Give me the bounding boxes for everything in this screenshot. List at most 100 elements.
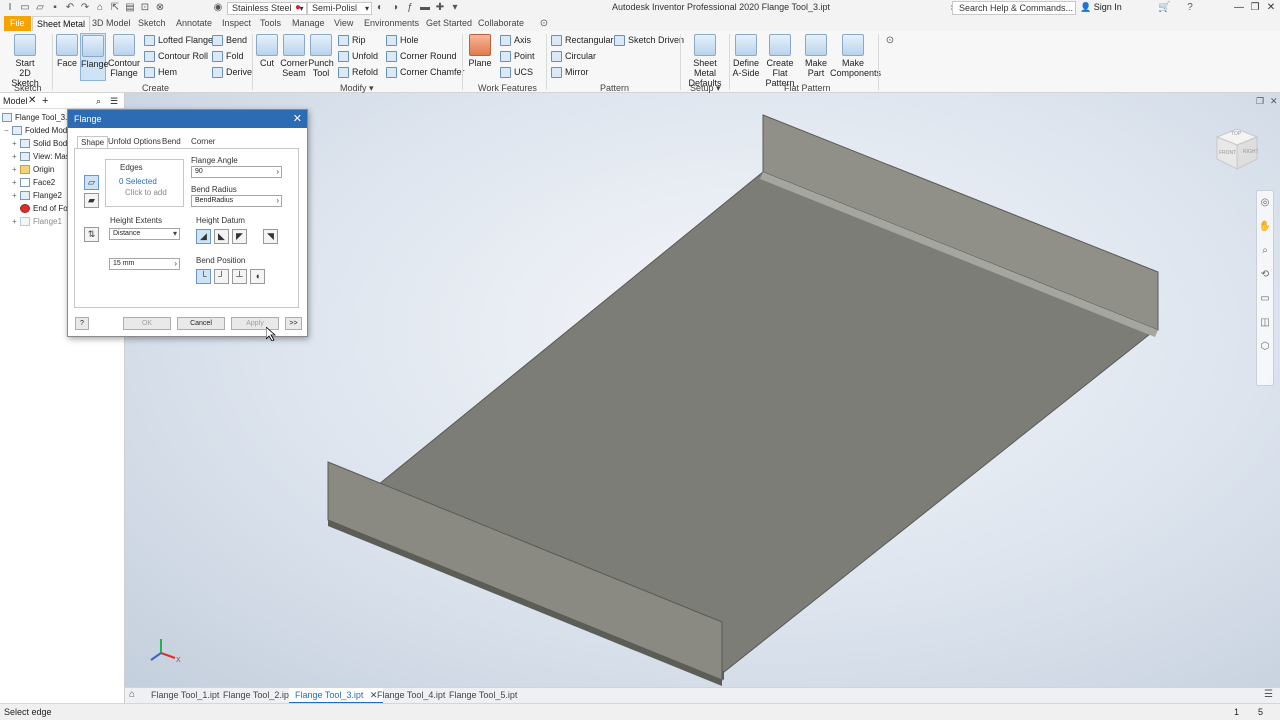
tree-item-folded-model[interactable]: − Folded Model [4,126,73,135]
tree-item-flange1[interactable]: + Flange1 [12,217,62,226]
corner-chamfer-button[interactable]: Corner Chamfer [386,66,465,79]
save-icon[interactable]: ▪ [49,2,61,14]
full-nav-icon[interactable]: ◫ [1257,311,1273,335]
chevron-right-icon[interactable]: › [276,167,279,177]
tab-environments[interactable]: Environments [360,16,423,31]
unfold-button[interactable]: Unfold [338,50,378,63]
tab-collaborate[interactable]: Collaborate [474,16,528,31]
dialog-title-bar[interactable]: Flange ✕ [68,110,307,128]
ribbon-extra-icon[interactable]: ⊙ [884,35,896,47]
make-part-button[interactable]: Make Part [804,33,828,78]
customize-icon[interactable]: ▾ [449,2,461,14]
doc-tab-2[interactable]: Flange Tool_2.ipt [217,688,297,704]
tree-item-part[interactable]: Flange Tool_3.ipt [2,113,76,122]
select-icon[interactable]: ⇱ [109,2,121,14]
app-menu-icon[interactable]: I [4,2,16,14]
face-button[interactable]: Face [56,33,78,68]
sign-in-link[interactable]: 👤 Sign In [1080,2,1122,13]
corner-seam-button[interactable]: Corner Seam [280,33,308,78]
expand-icon[interactable]: + [12,178,20,187]
measure-icon[interactable]: ⊡ [139,2,151,14]
restore-viewport-icon[interactable]: ❐ [1256,96,1264,107]
more-button[interactable]: >> [285,317,302,330]
tabs-menu-icon[interactable]: ☰ [1264,689,1273,700]
sketch-driven-pattern-button[interactable]: Sketch Driven [614,34,684,47]
hem-button[interactable]: Hem [144,66,177,79]
orbit-icon[interactable]: ⟲ [1257,263,1273,287]
corner-round-button[interactable]: Corner Round [386,50,457,63]
redo-icon[interactable]: ↷ [79,2,91,14]
height-datum-option-4[interactable]: ◥ [263,229,278,244]
steering-wheel-icon[interactable]: ◎ [1257,191,1273,215]
expand-icon[interactable]: + [12,191,20,200]
height-datum-option-1[interactable]: ◢ [196,229,211,244]
circular-pattern-button[interactable]: Circular [551,50,596,63]
plane-button[interactable]: Plane [468,33,492,68]
start-2d-sketch-button[interactable]: Start 2D Sketch [6,33,44,88]
chevron-right-icon[interactable]: › [276,196,279,206]
tree-item-face2[interactable]: + Face2 [12,178,55,187]
ucs-button[interactable]: UCS [500,66,533,79]
fx-icon[interactable]: ƒ [404,2,416,14]
ok-button[interactable]: OK [123,317,171,330]
make-components-button[interactable]: Make Components [830,33,881,78]
menu-icon[interactable]: ☰ [110,93,118,109]
help-search-input[interactable]: Search Help & Commands... [952,1,1076,15]
pan-icon[interactable]: ✋ [1257,215,1273,239]
height-distance-input[interactable]: 15 mm › [109,258,180,270]
bend-button[interactable]: Bend [212,34,247,47]
close-icon[interactable]: ✕ [293,110,302,128]
sheet-metal-defaults-button[interactable]: Sheet Metal Defaults [683,33,727,88]
define-a-side-button[interactable]: Define A-Side [732,33,760,78]
clear-appearance-icon[interactable]: ◑ [389,2,401,14]
tab-corner[interactable]: Corner [188,136,218,147]
doc-tab-5[interactable]: Flange Tool_5.ipt [443,688,523,704]
add-icon[interactable]: ✚ [434,2,446,14]
bend-position-option-4[interactable]: ◖ [250,269,265,284]
tab-view[interactable]: View [330,16,357,31]
tree-item-flange2[interactable]: + Flange2 [12,191,62,200]
create-flat-pattern-button[interactable]: Create Flat Pattern [760,33,800,88]
axis-button[interactable]: Axis [500,34,531,47]
view-cube[interactable]: TOP FRONT RIGHT [1213,125,1261,173]
bend-position-option-2[interactable]: ┘ [214,269,229,284]
zoom-icon[interactable]: ⌕ [1257,239,1273,263]
tree-item-view[interactable]: + View: Mas [12,152,70,161]
search-icon[interactable]: ⌕ [96,93,101,109]
tab-annotate[interactable]: Annotate [172,16,216,31]
edges-box[interactable]: Edges 0 Selected Click to add [105,159,184,207]
add-icon[interactable]: + [42,93,48,109]
tab-3d-model[interactable]: 3D Model [88,16,135,31]
view-face-icon[interactable]: ⬡ [1257,335,1273,359]
help-button[interactable]: ? [75,317,89,330]
rip-button[interactable]: Rip [338,34,366,47]
expand-icon[interactable]: + [12,217,20,226]
close-viewport-icon[interactable]: ✕ [1270,96,1278,107]
height-datum-option-3[interactable]: ◤ [232,229,247,244]
height-extents-select[interactable]: Distance ▾ [109,228,180,240]
bend-position-option-1[interactable]: └ [196,269,211,284]
tree-item-solid-bodies[interactable]: + Solid Bodie [12,139,73,148]
expand-icon[interactable]: + [12,152,20,161]
flange-angle-input[interactable]: 90 › [191,166,282,178]
color-override-icon[interactable]: ◐ [374,2,386,14]
tab-inspect[interactable]: Inspect [218,16,255,31]
doc-tab-4[interactable]: Flange Tool_4.ipt [371,688,451,704]
home-icon[interactable]: ⌂ [94,2,106,14]
parameters-icon[interactable]: ▬ [419,2,431,14]
bend-radius-input[interactable]: BendRadius › [191,195,282,207]
open-icon[interactable]: ▱ [34,2,46,14]
tree-item-origin[interactable]: + Origin [12,165,54,174]
tab-get-started[interactable]: Get Started [422,16,476,31]
tab-bend[interactable]: Bend [159,136,184,147]
tab-sketch[interactable]: Sketch [134,16,170,31]
point-button[interactable]: Point [500,50,535,63]
help-icon[interactable]: ? [1184,2,1196,14]
expand-icon[interactable]: + [12,139,20,148]
mirror-button[interactable]: Mirror [551,66,589,79]
contour-roll-button[interactable]: Contour Roll [144,50,208,63]
ribbon-options-icon[interactable]: ⊙ [538,18,550,30]
edge-select-button[interactable]: ▱ [84,175,99,190]
bend-position-option-3[interactable]: ┴ [232,269,247,284]
cut-button[interactable]: Cut [256,33,278,68]
